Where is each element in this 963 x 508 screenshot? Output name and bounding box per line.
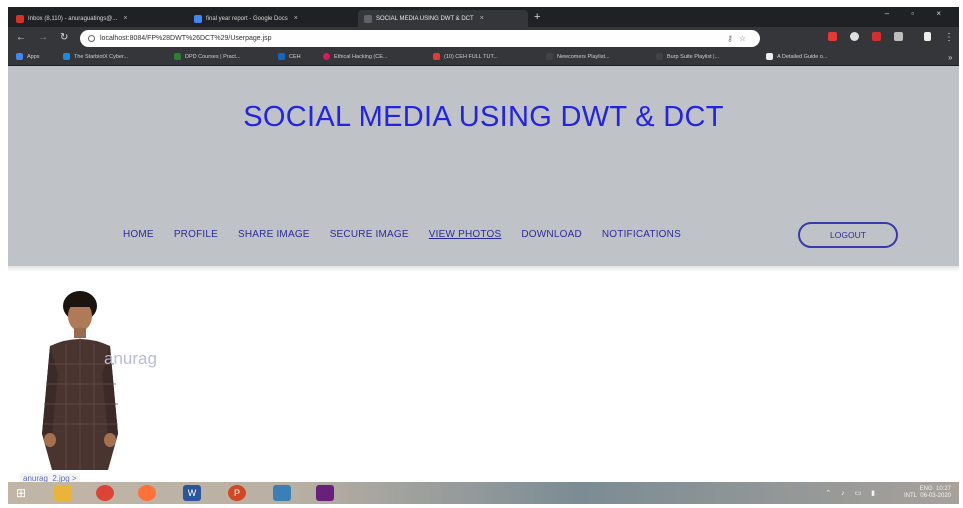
bookmark-label: CEH [289, 53, 301, 60]
bookmark-favicon-icon [766, 53, 773, 60]
bookmark-favicon-icon [323, 53, 330, 60]
bookmark-favicon-icon [174, 53, 181, 60]
screenshot-frame: Inbox (8,110) - anuraguatings@... × fina… [8, 7, 959, 504]
bookmark-item[interactable]: (10) CEH FULL TUT... [433, 53, 498, 60]
youtube-icon [433, 53, 440, 60]
url-text: localhost:8084/FP%28DWT%26DCT%29/Userpag… [100, 35, 272, 42]
nav-profile[interactable]: PROFILE [174, 229, 218, 240]
bookmark-item[interactable]: The StarbiotX Cyber... [63, 53, 128, 60]
new-tab-button[interactable]: + [534, 10, 540, 24]
tab-social-media[interactable]: SOCIAL MEDIA USING DWT & DCT × [358, 10, 528, 27]
file-explorer-icon[interactable] [54, 485, 72, 501]
windows-taskbar: ⊞ W P ⌃ ♪ ▭ ▮ ENG 10:27 INTL 06-03-2020 [8, 482, 959, 504]
bookmark-item[interactable]: Newcomers Playlist... [546, 53, 610, 60]
gmail-icon [16, 14, 24, 23]
chrome-icon[interactable] [96, 485, 114, 501]
menu-icon[interactable]: ⋮ [944, 32, 954, 43]
virtualbox-icon[interactable] [273, 485, 291, 501]
bookmarks-bar: Apps The StarbiotX Cyber... DPD Courses … [8, 50, 959, 66]
main-nav: HOME PROFILE SHARE IMAGE SECURE IMAGE VI… [123, 229, 701, 240]
username-label: anurag [104, 349, 157, 368]
tab-gmail[interactable]: Inbox (8,110) - anuraguatings@... × [10, 10, 185, 27]
bookmark-item[interactable]: Ethical Hacking (CE... [323, 53, 388, 60]
profile-icon[interactable] [924, 32, 931, 41]
key-star-icons[interactable]: ⚷☆ [727, 34, 752, 43]
firefox-icon[interactable] [138, 485, 156, 501]
bookmark-item[interactable]: A Detailed Guide o... [766, 53, 827, 60]
bookmark-label: A Detailed Guide o... [777, 53, 828, 60]
docs-icon [194, 14, 202, 23]
extension-gray-icon[interactable] [894, 32, 903, 41]
address-bar[interactable]: localhost:8084/FP%28DWT%26DCT%29/Userpag… [80, 30, 760, 47]
lang-label: ENG [919, 486, 933, 492]
bookmark-apps[interactable]: Apps [16, 53, 40, 60]
window-controls[interactable]: – ▫ × [885, 9, 951, 18]
nav-view-photos[interactable]: VIEW PHOTOS [429, 229, 502, 240]
nav-download[interactable]: DOWNLOAD [521, 229, 582, 240]
time-label: 10:27 [935, 486, 951, 492]
tab-title: Inbox (8,110) - anuraguatings@... [28, 15, 118, 22]
tab-close-icon[interactable]: × [294, 15, 298, 22]
bookmark-favicon-icon [63, 53, 70, 60]
tab-title: SOCIAL MEDIA USING DWT & DCT [376, 15, 474, 22]
date-label: 06-03-2020 [920, 493, 951, 499]
user-photo[interactable] [38, 284, 122, 470]
apps-grid-icon [16, 53, 23, 60]
browser-toolbar: ← → ↻ localhost:8084/FP%28DWT%26DCT%29/U… [8, 27, 959, 50]
bookmark-label: Ethical Hacking (CE... [334, 53, 388, 60]
region-label: INTL [903, 493, 917, 499]
reload-icon[interactable]: ↻ [60, 32, 68, 43]
bookmarks-overflow-icon[interactable]: » [948, 53, 952, 62]
tab-title: final year report - Google Docs [206, 15, 288, 22]
word-icon[interactable]: W [183, 485, 201, 501]
bookmark-favicon-icon [656, 53, 663, 60]
tab-close-icon[interactable]: × [480, 15, 484, 22]
tab-google-docs[interactable]: final year report - Google Docs × [188, 10, 353, 27]
tab-close-icon[interactable]: × [123, 15, 127, 22]
system-tray-icons[interactable]: ⌃ ♪ ▭ ▮ [825, 489, 879, 497]
bookmark-label: Burp Suite Playlist |... [667, 53, 720, 60]
bookmark-label: (10) CEH FULL TUT... [444, 53, 498, 60]
site-title: SOCIAL MEDIA USING DWT & DCT [243, 101, 724, 133]
site-header: SOCIAL MEDIA USING DWT & DCT HOME PROFIL… [8, 66, 959, 266]
adobe-extension-icon[interactable] [828, 32, 837, 41]
photos-content: anurag anurag_2.jpg > [8, 272, 959, 484]
bookmark-item[interactable]: Burp Suite Playlist |... [656, 53, 719, 60]
page-icon [364, 14, 372, 23]
bookmark-item[interactable]: DPD Courses | Pract... [174, 53, 241, 60]
bookmark-label: Apps [27, 53, 40, 60]
tray-clock[interactable]: ENG 10:27 INTL 06-03-2020 [904, 486, 951, 500]
nav-share-image[interactable]: SHARE IMAGE [238, 229, 310, 240]
extension-icon[interactable] [850, 32, 859, 41]
bookmark-favicon-icon [278, 53, 285, 60]
forward-arrow-icon[interactable]: → [38, 32, 48, 43]
bookmark-label: The StarbiotX Cyber... [74, 53, 129, 60]
bookmark-favicon-icon [546, 53, 553, 60]
nav-notifications[interactable]: NOTIFICATIONS [602, 229, 681, 240]
browser-tab-strip: Inbox (8,110) - anuraguatings@... × fina… [8, 7, 959, 27]
windows-start-icon[interactable]: ⊞ [12, 485, 30, 501]
bookmark-item[interactable]: CEH [278, 53, 301, 60]
visual-studio-icon[interactable] [316, 485, 334, 501]
nav-home[interactable]: HOME [123, 229, 154, 240]
bookmark-label: DPD Courses | Pract... [185, 53, 241, 60]
powerpoint-icon[interactable]: P [228, 485, 246, 501]
nav-secure-image[interactable]: SECURE IMAGE [330, 229, 409, 240]
bookmark-label: Newcomers Playlist... [557, 53, 610, 60]
site-info-icon[interactable] [88, 35, 95, 42]
back-arrow-icon[interactable]: ← [16, 32, 26, 43]
logout-button[interactable]: LOGOUT [798, 222, 898, 248]
extension-red-icon[interactable] [872, 32, 881, 41]
